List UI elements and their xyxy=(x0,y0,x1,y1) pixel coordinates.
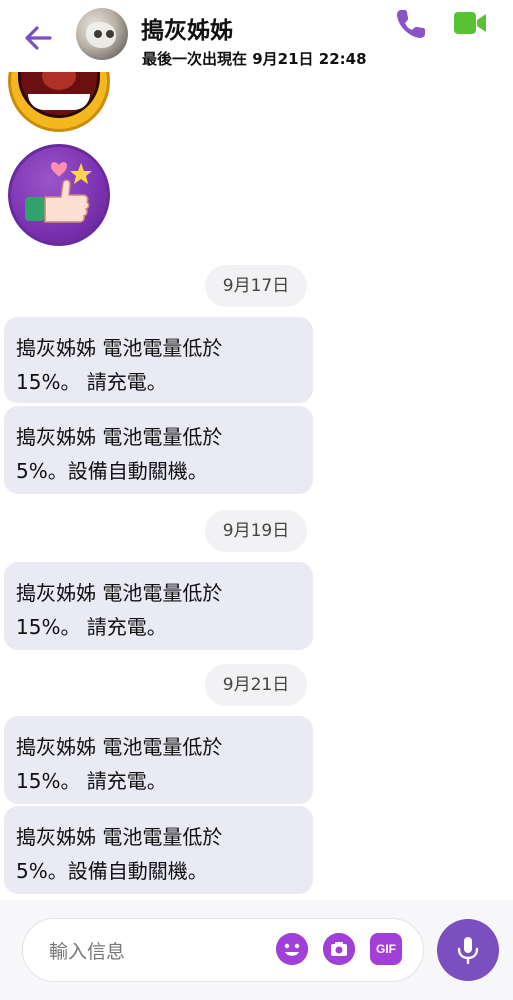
message-text: 搗灰姊姊 電池電量低於 5%。設備自動關機。 xyxy=(16,425,223,483)
emoji-icon xyxy=(276,933,308,965)
message-bubble[interactable]: 搗灰姊姊 電池電量低於 5%。設備自動關機。 xyxy=(4,806,313,894)
message-text: 搗灰姊姊 電池電量低於 15%。 請充電。 xyxy=(16,735,223,793)
back-button[interactable] xyxy=(20,20,56,56)
contact-avatar[interactable] xyxy=(76,8,128,60)
message-bubble[interactable]: 搗灰姊姊 電池電量低於 15%。 請充電。 xyxy=(4,317,313,403)
message-bubble[interactable]: 搗灰姊姊 電池電量低於 15%。 請充電。 xyxy=(4,562,313,650)
back-arrow-icon xyxy=(25,26,52,50)
camera-button[interactable] xyxy=(323,933,355,965)
message-input-placeholder: 輸入信息 xyxy=(49,941,126,963)
date-separator: 9月17日 xyxy=(205,265,307,307)
camera-icon xyxy=(323,933,355,965)
message-bubble[interactable]: 搗灰姊姊 電池電量低於 15%。 請充電。 xyxy=(4,716,313,804)
message-input[interactable]: 輸入信息 GIF xyxy=(22,918,424,982)
voice-message-button[interactable] xyxy=(437,919,499,981)
thumbs-up-sticker xyxy=(8,144,110,246)
message-text: 搗灰姊姊 電池電量低於 5%。設備自動關機。 xyxy=(16,825,223,883)
chat-header: 搗灰姊姊 最後一次出現在 9月21日 22:48 xyxy=(0,0,513,72)
date-separator: 9月19日 xyxy=(205,510,307,552)
date-separator: 9月21日 xyxy=(205,664,307,706)
emoji-button[interactable] xyxy=(276,933,308,965)
contact-name[interactable]: 搗灰姊姊 xyxy=(141,11,233,45)
phone-icon xyxy=(397,10,425,38)
microphone-icon xyxy=(457,937,479,965)
message-bubble[interactable]: 搗灰姊姊 電池電量低於 5%。設備自動關機。 xyxy=(4,406,313,494)
call-button[interactable] xyxy=(393,6,429,42)
message-composer: 輸入信息 GIF xyxy=(0,900,513,1000)
video-camera-icon xyxy=(454,12,486,34)
gif-button[interactable]: GIF xyxy=(370,933,402,965)
message-text: 搗灰姊姊 電池電量低於 15%。 請充電。 xyxy=(16,581,223,639)
message-text: 搗灰姊姊 電池電量低於 15%。 請充電。 xyxy=(16,336,223,394)
video-call-button[interactable] xyxy=(453,10,487,36)
last-seen-status: 最後一次出現在 9月21日 22:48 xyxy=(142,50,367,68)
